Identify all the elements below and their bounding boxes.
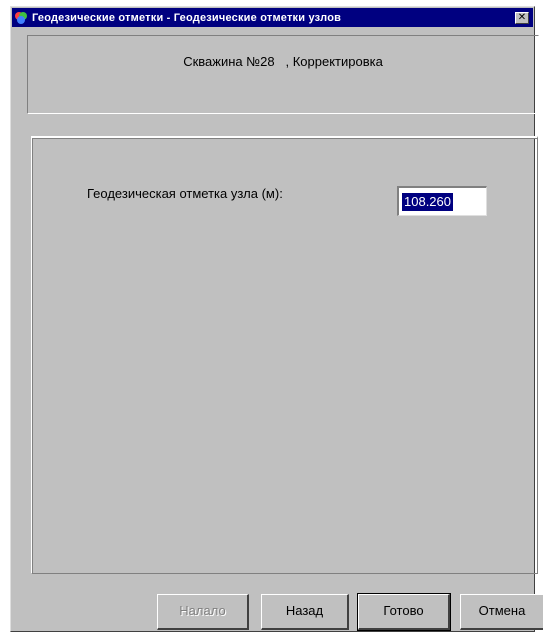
app-icon <box>14 11 28 25</box>
cancel-button[interactable]: Отмена <box>460 594 543 630</box>
elevation-value: 108.260 <box>402 193 453 211</box>
close-icon[interactable]: ✕ <box>515 11 529 24</box>
elevation-input[interactable]: 108.260 <box>397 186 487 216</box>
finish-button[interactable]: Готово <box>357 593 451 631</box>
title-bar[interactable]: Геодезические отметки - Геодезические от… <box>12 8 533 27</box>
next-button[interactable]: Налало <box>157 594 249 630</box>
header-panel: Скважина №28 , Корректировка <box>27 35 539 114</box>
back-button[interactable]: Назад <box>261 594 349 630</box>
elevation-label: Геодезическая отметка узла (м): <box>87 186 283 201</box>
main-panel: Геодезическая отметка узла (м): 108.260 <box>31 136 538 574</box>
header-text: Скважина №28 , Корректировка <box>183 54 383 69</box>
window-title: Геодезические отметки - Геодезические от… <box>32 11 342 24</box>
dialog-window: Геодезические отметки - Геодезические от… <box>10 6 543 632</box>
